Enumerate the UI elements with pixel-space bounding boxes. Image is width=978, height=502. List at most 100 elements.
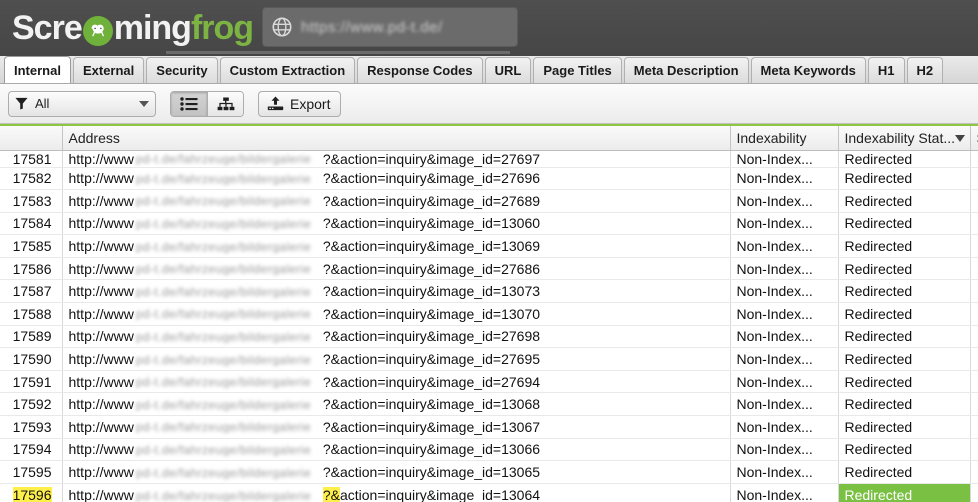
row-number-value: 17585: [12, 238, 52, 255]
column-header-address[interactable]: Address: [62, 126, 731, 151]
row-number-value: 17588: [12, 305, 52, 322]
row-number: 17590: [0, 347, 63, 371]
indexability-cell: Non-Index...: [730, 415, 839, 439]
url-input[interactable]: https://www.pd-t.de/: [262, 7, 518, 47]
row-number-value: 17595: [12, 464, 52, 481]
title-bar: Scre ming frog https://www.pd-t.de/: [0, 0, 978, 56]
address-redacted-text: pd-t.de/fahrzeuge/bildergalerie: [135, 262, 312, 276]
export-button[interactable]: Export: [258, 90, 342, 117]
tab-url[interactable]: URL: [484, 57, 532, 83]
column-header-num[interactable]: [0, 126, 63, 151]
table-body: 17581 http://www pd-t.de/fahrzeuge/bilderg…: [0, 150, 978, 502]
tab-meta-description[interactable]: Meta Description: [623, 57, 749, 83]
indexability-cell: Non-Index...: [730, 370, 839, 394]
column-header-indexability[interactable]: Indexability: [730, 126, 839, 151]
indexability-status-cell: Redirected: [838, 279, 971, 304]
indexability-status-cell: Redirected: [838, 167, 971, 191]
address-redacted: pd-t.de/fahrzeuge/bildergalerie: [136, 398, 321, 411]
row-number-value: 17592: [12, 396, 52, 413]
table-row[interactable]: 17588 http://www pd-t.de/fahrzeuge/bilderg…: [0, 302, 978, 326]
address-prefix: http://www: [68, 351, 134, 368]
logo-text-part1: Scre: [12, 9, 83, 47]
indexability-cell: Non-Index...: [730, 438, 839, 462]
extra-cell: [970, 483, 978, 502]
address-query: ?&action=inquiry&image_id=13065: [322, 464, 541, 481]
tab-page-titles[interactable]: Page Titles: [533, 57, 622, 83]
table-row[interactable]: 17595 http://www pd-t.de/fahrzeuge/bilderg…: [0, 460, 978, 484]
row-number-value: 17594: [12, 441, 52, 458]
address-redacted-text: pd-t.de/fahrzeuge/bildergalerie: [135, 216, 312, 230]
column-header-indexability_status[interactable]: Indexability Stat...: [838, 126, 971, 151]
row-number-value: 17593: [12, 418, 52, 435]
indexability-cell: Non-Index...: [730, 167, 839, 191]
table-row[interactable]: 17590 http://www pd-t.de/fahrzeuge/bilderg…: [0, 347, 978, 371]
row-number-value: 17589: [12, 328, 52, 345]
address-redacted-text: pd-t.de/fahrzeuge/bildergalerie: [135, 239, 312, 253]
address-query: ?&action=inquiry&image_id=13060: [322, 215, 541, 232]
table-row[interactable]: 17585 http://www pd-t.de/fahrzeuge/bilderg…: [0, 234, 978, 258]
address-redacted: pd-t.de/fahrzeuge/bildergalerie: [136, 375, 321, 388]
address-prefix: http://www: [68, 150, 134, 167]
tab-custom-extraction[interactable]: Custom Extraction: [219, 57, 356, 83]
table-row[interactable]: 17592 http://www pd-t.de/fahrzeuge/bilderg…: [0, 392, 978, 417]
tab-strip: Internal External Security Custom Extractio…: [0, 56, 978, 84]
list-view-button[interactable]: [171, 91, 207, 116]
table-row[interactable]: 17582 http://www pd-t.de/fahrzeuge/bilderg…: [0, 167, 978, 191]
export-upload-icon: [267, 96, 284, 111]
tab-internal[interactable]: Internal: [4, 56, 71, 83]
row-number: 17595: [0, 460, 63, 484]
table-row[interactable]: 17589 http://www pd-t.de/fahrzeuge/bilderg…: [0, 325, 978, 349]
row-number: 17591: [0, 370, 63, 394]
filter-dropdown[interactable]: All: [8, 90, 156, 117]
results-table-container[interactable]: Address Indexability Indexability Stat... S…: [0, 124, 978, 502]
tab-external[interactable]: External: [72, 57, 145, 83]
indexability-cell: Non-Index...: [730, 234, 839, 258]
indexability-status-cell: Redirected: [838, 325, 971, 349]
table-row[interactable]: 17583 http://www pd-t.de/fahrzeuge/bilderg…: [0, 189, 978, 213]
indexability-status-cell: Redirected: [838, 347, 971, 371]
table-row[interactable]: 17594 http://www pd-t.de/fahrzeuge/bilderg…: [0, 438, 978, 462]
table-row[interactable]: 17586 http://www pd-t.de/fahrzeuge/bilderg…: [0, 257, 978, 281]
address-redacted-text: pd-t.de/fahrzeuge/bildergalerie: [135, 194, 312, 208]
tab-h2[interactable]: H2: [906, 57, 944, 83]
row-number: 17588: [0, 302, 63, 326]
address-prefix: http://www: [68, 441, 134, 458]
table-row[interactable]: 17593 http://www pd-t.de/fahrzeuge/bilderg…: [0, 415, 978, 439]
row-number: 17596: [0, 483, 63, 502]
address-prefix: http://www: [68, 283, 134, 300]
address-prefix: http://www: [68, 373, 134, 390]
tab-security[interactable]: Security: [146, 57, 218, 83]
address-prefix: http://www: [68, 215, 134, 232]
address-query-rest: action=inquiry&image_id=13064: [339, 487, 541, 502]
row-number: 17592: [0, 392, 63, 417]
address-redacted-text: pd-t.de/fahrzeuge/bildergalerie: [135, 375, 312, 389]
extra-cell: [970, 234, 978, 258]
tab-response-codes[interactable]: Response Codes: [357, 57, 483, 83]
indexability-cell: Non-Index...: [730, 279, 839, 304]
tab-h1[interactable]: H1: [867, 57, 905, 83]
indexability-status-cell: Redirected: [838, 212, 971, 236]
extra-cell: [970, 460, 978, 484]
address-query: ?&action=inquiry&image_id=27689: [322, 192, 541, 209]
table-row[interactable]: 17587 http://www pd-t.de/fahrzeuge/bilderg…: [0, 279, 978, 304]
view-mode-toggle[interactable]: [170, 90, 244, 117]
table-row[interactable]: 17591 http://www pd-t.de/fahrzeuge/bilderg…: [0, 370, 978, 394]
table-row[interactable]: 17596 http://www pd-t.de/fahrzeuge/bilderg…: [0, 483, 978, 502]
address-query: ?&action=inquiry&image_id=13069: [322, 238, 541, 255]
indexability-status-cell: Redirected: [838, 438, 971, 462]
indexability-cell: Non-Index...: [730, 483, 839, 502]
address-cell: http://www pd-t.de/fahrzeuge/bildergaleri…: [62, 257, 731, 281]
extra-cell: [970, 302, 978, 326]
address-redacted-text: pd-t.de/fahrzeuge/bildergalerie: [135, 442, 312, 456]
chevron-down-icon: [139, 100, 149, 107]
tree-view-button[interactable]: [207, 91, 243, 116]
row-number: 17594: [0, 438, 63, 462]
table-row[interactable]: 17581 http://www pd-t.de/fahrzeuge/bilderg…: [0, 150, 978, 168]
table-row[interactable]: 17584 http://www pd-t.de/fahrzeuge/bilderg…: [0, 212, 978, 236]
address-cell: http://www pd-t.de/fahrzeuge/bildergaleri…: [62, 460, 731, 484]
column-header-extra[interactable]: S: [970, 126, 978, 151]
address-cell: http://www pd-t.de/fahrzeuge/bildergaleri…: [62, 347, 731, 371]
indexability-status-cell: Redirected: [838, 483, 971, 502]
address-redacted-text: pd-t.de/fahrzeuge/bildergalerie: [135, 284, 312, 298]
tab-meta-keywords[interactable]: Meta Keywords: [750, 57, 866, 83]
